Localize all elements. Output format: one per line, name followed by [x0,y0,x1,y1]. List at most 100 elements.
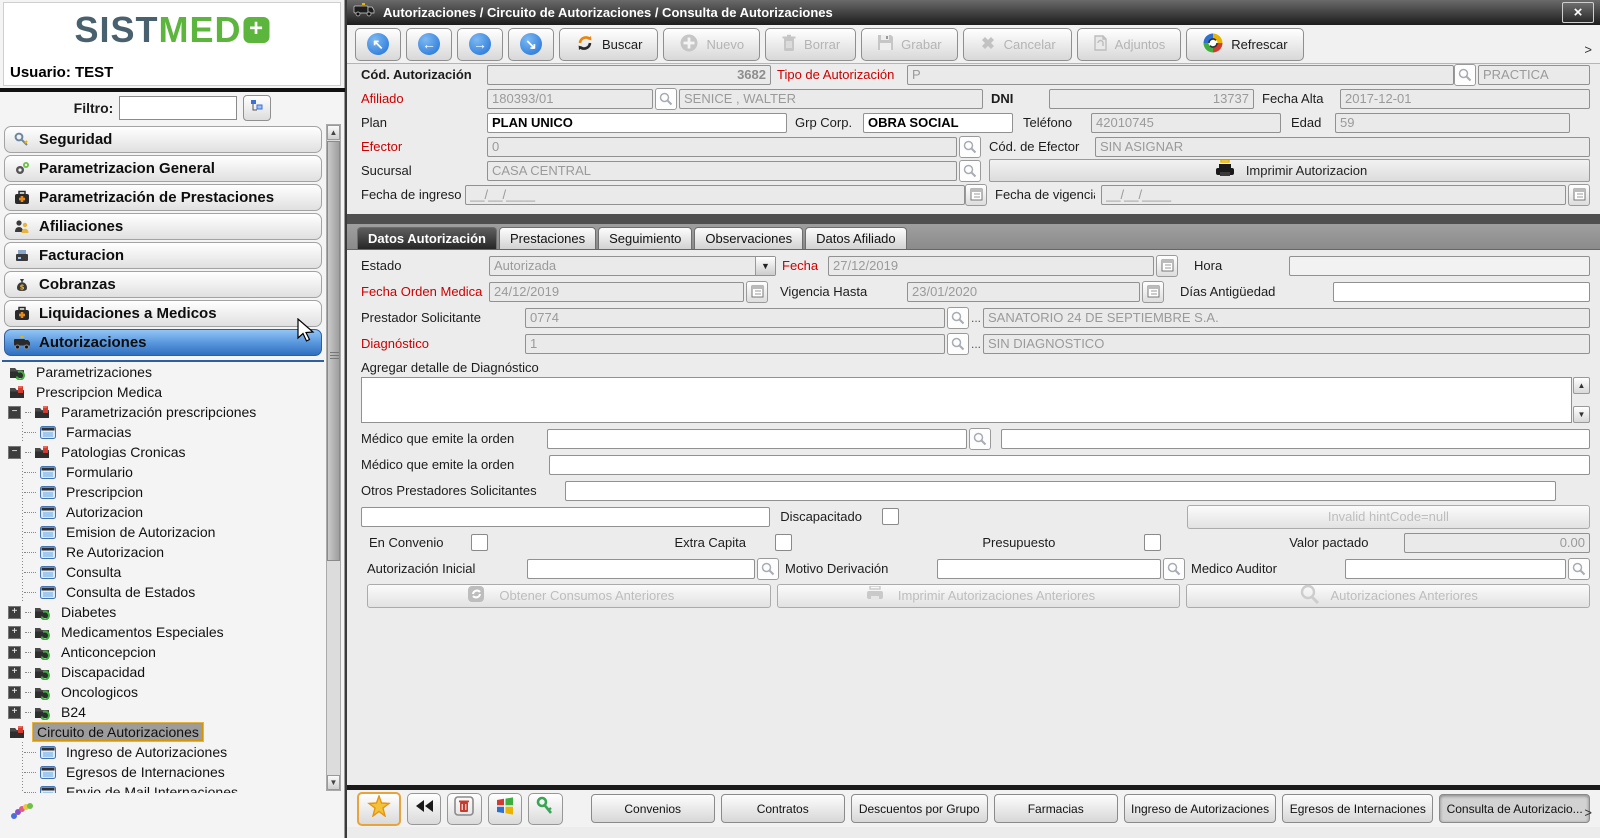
en-convenio-checkbox[interactable] [471,534,488,551]
tree-item-label[interactable]: Envio de Mail Internaciones [63,784,241,793]
imprimir-autorizacion-button[interactable]: Imprimir Autorizacion [989,159,1590,182]
vigencia-hasta-calendar-icon[interactable] [1142,281,1164,303]
afiliado-search-icon[interactable] [655,88,677,110]
close-button[interactable]: × [1562,2,1594,23]
sidebar-item-cobranzas[interactable]: $Cobranzas [4,271,322,298]
tab-seguimiento[interactable]: Seguimiento [598,227,692,249]
tree-item-b24[interactable]: + B24 [2,702,324,722]
fecha-alta-input[interactable] [1340,89,1590,109]
nav-prev-button[interactable]: ← [406,28,452,61]
tree-item-emision-de-autorizacion[interactable]: Emision de Autorizacion [18,522,324,542]
medico-auditor-input[interactable] [1345,559,1566,579]
estado-select[interactable]: Autorizada ▼ [489,256,776,276]
toolbar-overflow-chevron[interactable]: > [1584,42,1592,57]
tree-item-consulta-de-estados[interactable]: Consulta de Estados [18,582,324,602]
rewind-button[interactable] [407,793,442,825]
tree-item-label[interactable]: Circuito de Autorizaciones [33,723,203,741]
tree-item-label[interactable]: Egresos de Internaciones [63,764,228,780]
bottom-nav-convenios[interactable]: Convenios [591,794,715,823]
valor-pactado-input[interactable] [1404,533,1590,553]
tree-item-oncologicos[interactable]: +Oncologicos [2,682,324,702]
otros-prestadores-input[interactable] [565,481,1556,501]
tree-item-medicamentos-especiales[interactable]: + Medicamentos Especiales [2,622,324,642]
tree-item-parametrizacion-prescripciones[interactable]: − Parametrización prescripciones [2,402,324,422]
collapse-icon[interactable]: − [8,406,21,419]
tree-item-autorizacion[interactable]: Autorizacion [18,502,324,522]
scroll-down-icon[interactable]: ▼ [1573,406,1590,423]
fecha-input[interactable] [828,256,1154,276]
fecha-orden-calendar-icon[interactable] [746,281,768,303]
medico-orden-desc[interactable] [1001,429,1590,449]
adjuntos-button[interactable]: Adjuntos [1077,28,1182,61]
dni-input[interactable] [1049,89,1254,109]
bottom-nav-contratos[interactable]: Contratos [721,794,845,823]
autorizacion-inicial-input[interactable] [527,559,755,579]
grabar-button[interactable]: Grabar [861,28,957,61]
detalle-diagnostico-textarea[interactable] [361,377,1572,423]
prestador-search-icon[interactable] [947,307,969,329]
invalid-hint-button[interactable]: Invalid hintCode=null [1187,505,1590,529]
sidebar-item-parametrizacion-de-prestaciones[interactable]: Parametrización de Prestaciones [4,184,322,211]
tree-item-farmacias[interactable]: Farmacias [18,422,324,442]
prestador-input[interactable] [525,308,945,328]
tree-item-ingreso-de-autorizaciones[interactable]: Ingreso de Autorizaciones [18,742,324,762]
motivo-derivacion-input[interactable] [937,559,1161,579]
tree-item-label[interactable]: Consulta de Estados [63,584,198,600]
expand-icon[interactable]: + [8,606,21,619]
tree-item-label[interactable]: Oncologicos [58,684,141,700]
sidebar-item-liquidaciones-a-medicos[interactable]: Liquidaciones a Medicos [4,300,322,327]
windows-button[interactable] [488,793,523,825]
tree-item-label[interactable]: Anticoncepcion [58,644,159,660]
tree-item-formulario[interactable]: Formulario [18,462,324,482]
tree-item-label[interactable]: Diabetes [58,604,119,620]
medico-orden-input[interactable] [547,429,967,449]
autorizaciones-anteriores-button[interactable]: Autorizaciones Anteriores [1186,584,1590,608]
tree-item-label[interactable]: Prescripcion [63,484,146,500]
fecha-vigencia-calendar-icon[interactable] [1568,184,1590,206]
refrescar-button[interactable]: Refrescar [1186,28,1303,61]
tree-item-re-autorizacion[interactable]: Re Autorizacion [18,542,324,562]
recycle-button[interactable] [447,793,482,825]
tree-item-label[interactable]: Autorizacion [63,504,146,520]
motivo-derivacion-search-icon[interactable] [1163,558,1185,580]
expand-icon[interactable]: + [8,706,21,719]
tree-item-label[interactable]: Ingreso de Autorizaciones [63,744,230,760]
star-button[interactable] [357,792,401,826]
medico-orden2-input[interactable] [549,455,1590,475]
borrar-button[interactable]: Borrar [765,28,856,61]
bottom-nav-descuentos-por-grupo[interactable]: Descuentos por Grupo [851,794,988,823]
vigencia-hasta-input[interactable] [907,282,1140,302]
cod-autorizacion-input[interactable] [487,65,771,85]
tree-item-label[interactable]: B24 [58,704,89,720]
nav-first-button[interactable]: ↖ [355,28,401,61]
tree-item-label[interactable]: Consulta [63,564,124,580]
tree-item-label[interactable]: Prescripcion Medica [33,384,165,400]
expand-icon[interactable]: + [8,626,21,639]
tree-item-label[interactable]: Medicamentos Especiales [58,624,227,640]
tree-item-label[interactable]: Formulario [63,464,136,480]
bottom-nav-consulta-de-autorizacio[interactable]: Consulta de Autorizacio... [1439,794,1590,823]
collapse-icon[interactable]: − [8,446,21,459]
extra-field-input[interactable] [361,507,770,527]
tree-item-label[interactable]: Parametrizaciones [33,364,155,380]
scroll-up-icon[interactable]: ▲ [327,125,340,140]
dias-antiguedad-input[interactable] [1333,282,1590,302]
extra-capita-checkbox[interactable] [775,534,792,551]
tree-item-prescripcion-medica[interactable]: Prescripcion Medica [2,382,324,402]
sidebar-item-autorizaciones[interactable]: Autorizaciones [4,329,322,356]
scrollbar-thumb[interactable] [327,141,340,561]
nav-next-button[interactable]: → [457,28,503,61]
presupuesto-checkbox[interactable] [1144,534,1161,551]
tree-item-label[interactable]: Discapacidad [58,664,148,680]
tab-prestaciones[interactable]: Prestaciones [499,227,596,249]
tab-datos-afiliado[interactable]: Datos Afiliado [805,227,907,249]
diagnostico-input[interactable] [525,334,945,354]
tree-item-label[interactable]: Parametrización prescripciones [58,404,259,420]
medico-orden-search-icon[interactable] [969,428,991,450]
efector-input[interactable] [487,137,957,157]
bottom-nav-egresos-de-internaciones[interactable]: Egresos de Internaciones [1282,794,1433,823]
bottom-nav-farmacias[interactable]: Farmacias [994,794,1118,823]
imprimir-anteriores-button[interactable]: Imprimir Autorizaciones Anteriores [777,584,1181,608]
tree-item-diabetes[interactable]: + Diabetes [2,602,324,622]
fecha-vigencia-input[interactable] [1101,185,1566,205]
